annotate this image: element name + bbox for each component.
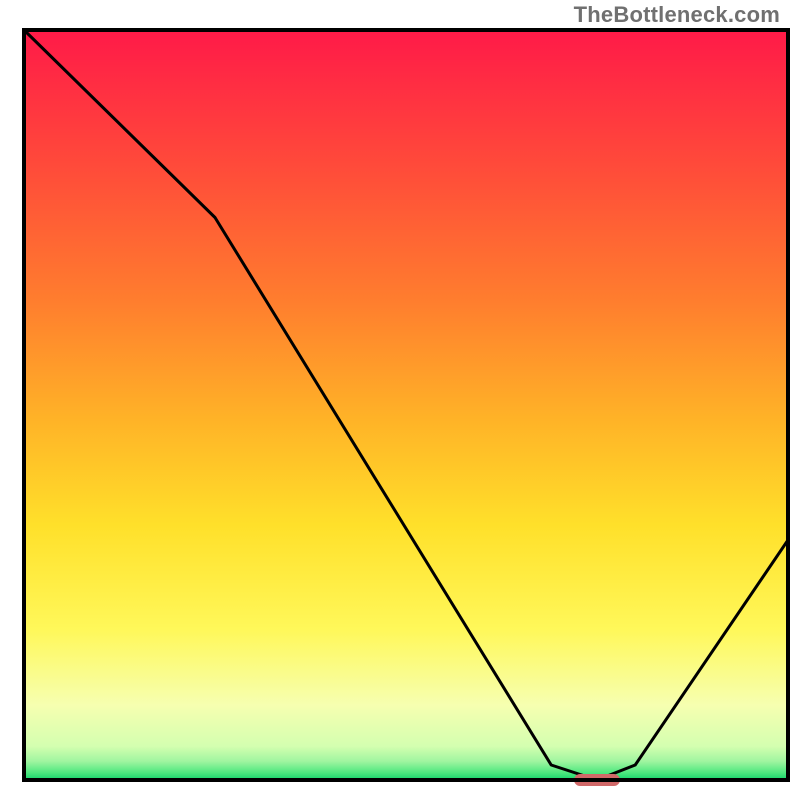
bottleneck-chart bbox=[0, 0, 800, 800]
chart-container: TheBottleneck.com bbox=[0, 0, 800, 800]
watermark-label: TheBottleneck.com bbox=[574, 2, 780, 28]
